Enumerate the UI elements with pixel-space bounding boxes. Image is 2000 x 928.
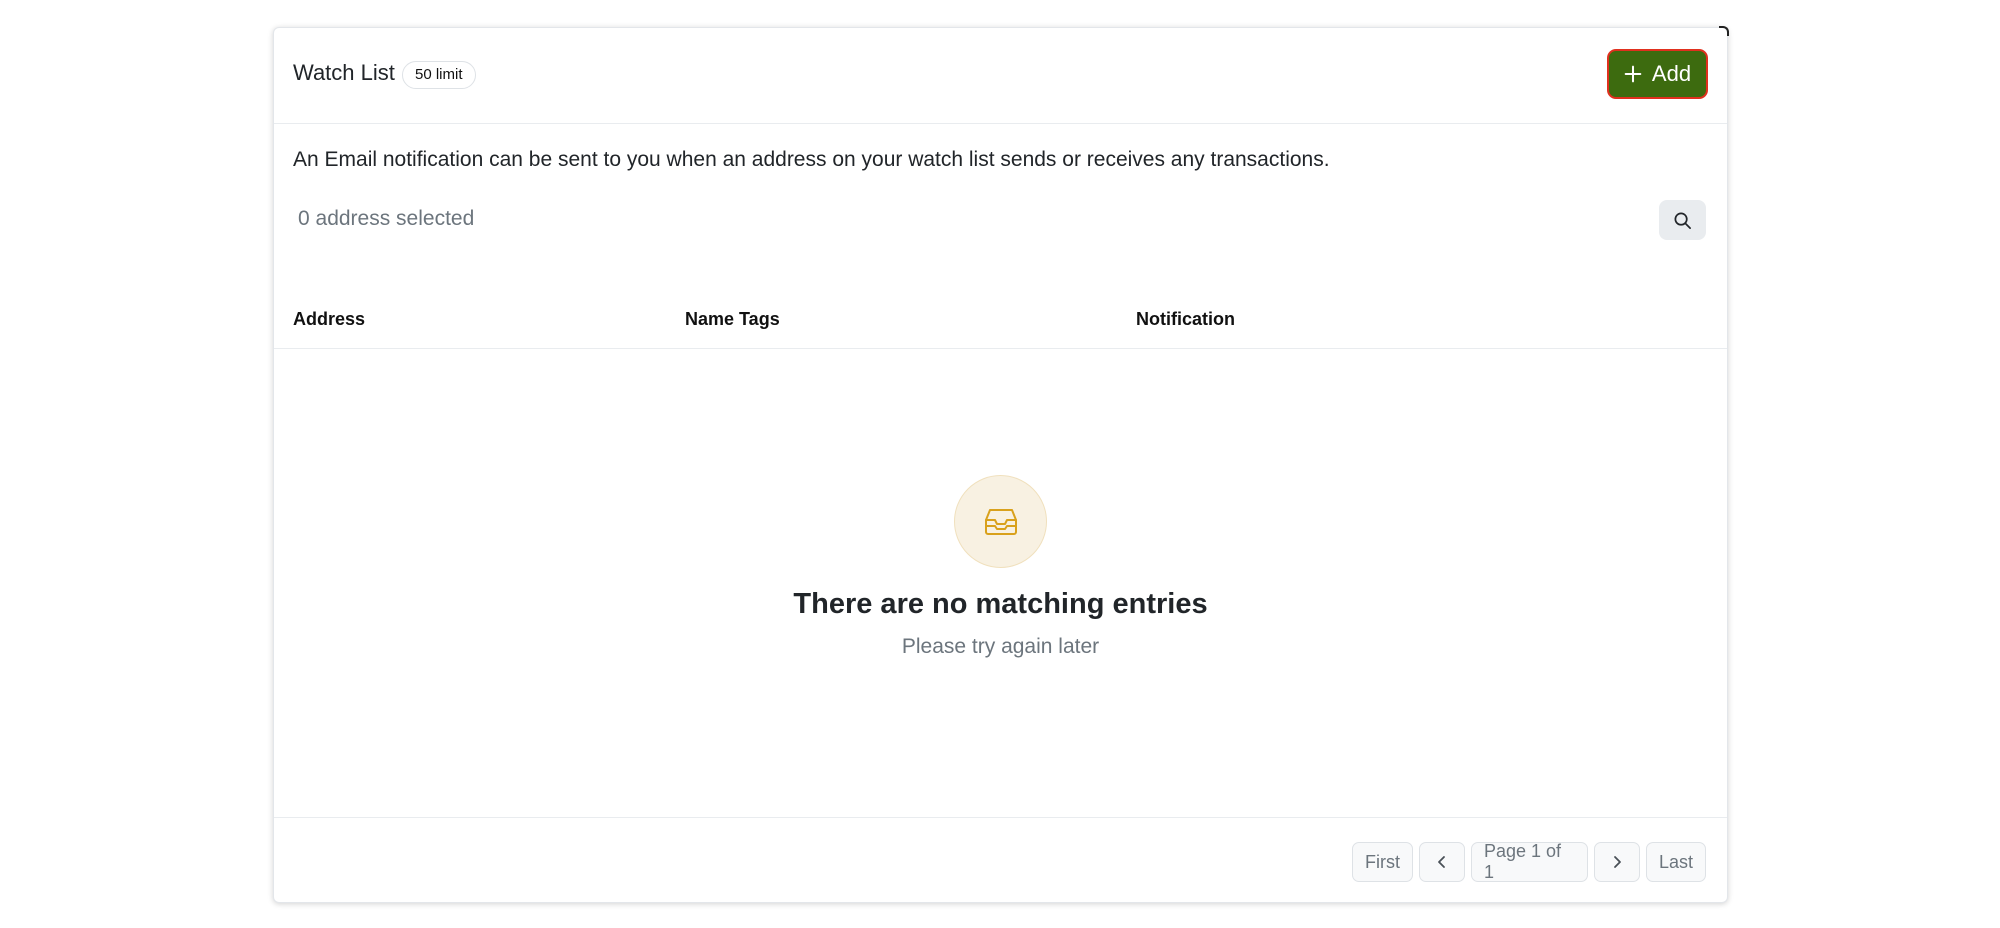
add-button[interactable]: Add [1607,49,1708,99]
empty-state-title: There are no matching entries [793,588,1208,620]
limit-badge: 50 limit [402,61,476,89]
add-button-label: Add [1651,61,1692,86]
pagination-page-info: Page 1 of 1 [1471,841,1588,882]
notification-description: An Email notification can be sent to you… [293,148,1330,171]
column-header-name-tags[interactable]: Name Tags [685,309,780,330]
watch-list-card: Watch List 50 limit Add An Email notific… [273,26,1729,903]
inbox-icon [984,508,1017,535]
pagination-next-button[interactable] [1594,842,1640,882]
pagination-first-button[interactable]: First [1352,842,1413,882]
card-footer: First Page 1 of 1 Last [274,817,1727,902]
pagination: First Page 1 of 1 Last [1352,841,1706,882]
table-header: Address Name Tags Notification [274,283,1727,349]
column-header-address[interactable]: Address [293,309,365,330]
empty-state-icon-circle [954,475,1047,568]
selected-count: 0 address selected [298,207,475,230]
chevron-left-icon [1438,856,1445,868]
pagination-prev-button[interactable] [1419,842,1465,882]
chevron-right-icon [1614,856,1621,868]
card-header: Watch List 50 limit Add [274,28,1727,124]
plus-icon [1624,65,1642,83]
page-title: Watch List [293,60,395,85]
empty-state-subtitle: Please try again later [901,635,1100,658]
search-icon [1674,212,1691,229]
search-button[interactable] [1659,200,1706,240]
pagination-last-button[interactable]: Last [1646,842,1706,882]
column-header-notification[interactable]: Notification [1136,309,1235,330]
